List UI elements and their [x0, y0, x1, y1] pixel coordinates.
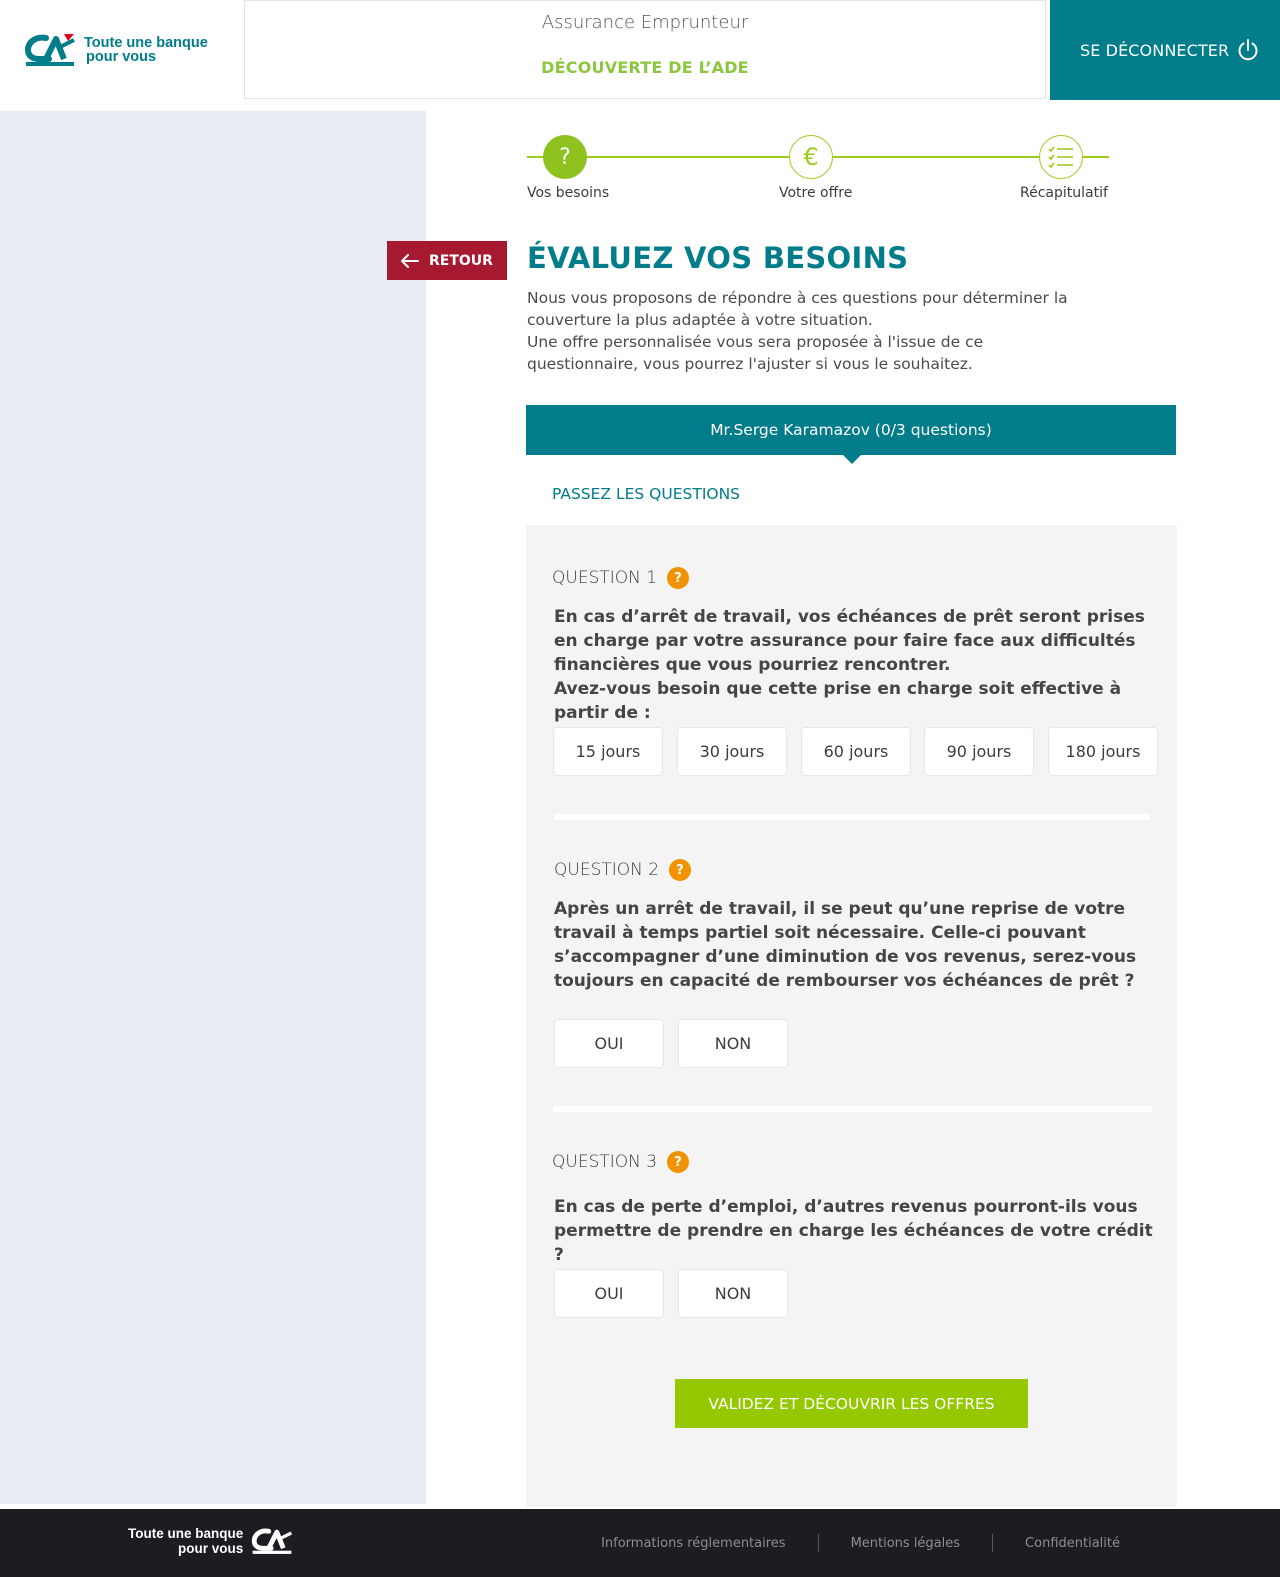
step-3-circle[interactable]	[1039, 135, 1083, 179]
app-title: Assurance Emprunteur	[541, 12, 749, 33]
header-center: Assurance Emprunteur DÉCOUVERTE DE L’ADE	[244, 0, 1046, 99]
ca-logo-icon	[24, 34, 75, 66]
back-button[interactable]: RETOUR	[387, 241, 507, 280]
footer-link-informations[interactable]: Informations réglementaires	[569, 1536, 817, 1551]
option-30-jours[interactable]: 30 jours	[677, 727, 787, 776]
divider	[553, 1106, 1152, 1112]
question-3-title: QUESTION 3	[552, 1152, 658, 1172]
option-15-jours[interactable]: 15 jours	[553, 727, 663, 776]
person-tab[interactable]: Mr.Serge Karamazov (0/3 questions)	[526, 405, 1176, 455]
intro-line-1: Nous vous proposons de répondre à ces qu…	[527, 289, 1068, 329]
person-tab-pointer	[842, 454, 862, 464]
step-2-circle[interactable]: €	[789, 135, 833, 179]
ca-logo-icon	[252, 1528, 293, 1554]
divider	[554, 814, 1150, 820]
checklist-icon	[1048, 146, 1073, 168]
footer-links: Informations réglementaires Mentions lég…	[569, 1509, 1152, 1577]
page-title: ÉVALUEZ VOS BESOINS	[527, 241, 909, 275]
question-2-header: QUESTION 2 ?	[554, 859, 692, 881]
help-icon[interactable]: ?	[667, 1151, 690, 1173]
question-1-header: QUESTION 1 ?	[552, 567, 690, 589]
footer-tagline: Toute une banque pour vous	[128, 1526, 243, 1556]
logout-label: SE DÉCONNECTER	[1080, 40, 1230, 60]
validate-button[interactable]: VALIDEZ ET DÉCOUVRIR LES OFFRES	[675, 1379, 1028, 1428]
footer-logo[interactable]: Toute une banque pour vous	[128, 1526, 293, 1556]
help-icon[interactable]: ?	[667, 567, 690, 589]
help-icon[interactable]: ?	[669, 859, 692, 881]
brand-tagline-line2: pour vous	[86, 49, 157, 65]
option-oui[interactable]: OUI	[554, 1269, 664, 1318]
sidebar	[0, 111, 426, 1504]
euro-icon: €	[803, 143, 819, 171]
arrow-left-icon	[401, 253, 420, 268]
option-180-jours[interactable]: 180 jours	[1048, 727, 1158, 776]
question-1-text-line-2: Avez-vous besoin que cette prise en char…	[554, 679, 1122, 723]
question-2-text: Après un arrêt de travail, il se peut qu…	[554, 899, 1137, 991]
brand-tagline: Toute une banque pour vous	[84, 35, 208, 65]
brand-tagline-line1: Toute une banque	[84, 35, 208, 51]
step-3-label: Récapitulatif	[1020, 185, 1108, 201]
step-1-circle[interactable]: ?	[543, 135, 587, 179]
footer-tagline-line1: Toute une banque	[128, 1526, 244, 1541]
footer-link-mentions[interactable]: Mentions légales	[819, 1536, 992, 1551]
back-button-label: RETOUR	[429, 252, 493, 269]
logout-button[interactable]: SE DÉCONNECTER	[1050, 0, 1280, 100]
skip-questions-link[interactable]: PASSEZ LES QUESTIONS	[552, 485, 740, 503]
step-2-label: Votre offre	[779, 185, 853, 201]
option-oui[interactable]: OUI	[554, 1019, 664, 1068]
footer: Toute une banque pour vous Informations …	[0, 1509, 1280, 1577]
question-3-header: QUESTION 3 ?	[552, 1151, 690, 1173]
option-60-jours[interactable]: 60 jours	[801, 727, 911, 776]
footer-tagline-line2: pour vous	[177, 1541, 244, 1556]
power-icon	[1238, 39, 1258, 61]
option-90-jours[interactable]: 90 jours	[924, 727, 1034, 776]
question-1-text-line-1: En cas d’arrêt de travail, vos échéances…	[554, 607, 1145, 675]
app-subtitle: DÉCOUVERTE DE L’ADE	[541, 58, 749, 77]
person-tab-label: Mr.Serge Karamazov (0/3 questions)	[710, 421, 992, 439]
intro-text: Nous vous proposons de répondre à ces qu…	[527, 287, 1097, 375]
question-3-text: En cas de perte d’emploi, d’autres reven…	[554, 1197, 1153, 1265]
question-1-title: QUESTION 1	[552, 568, 658, 588]
intro-line-2: Une offre personnalisée vous sera propos…	[527, 333, 984, 373]
step-1-label: Vos besoins	[527, 185, 610, 201]
progress-stepper: ? Vos besoins € Votre offre Récapitulati…	[527, 135, 1109, 210]
option-non[interactable]: NON	[678, 1269, 788, 1318]
question-2-title: QUESTION 2	[554, 860, 660, 880]
brand-logo[interactable]: Toute une banque pour vous	[24, 30, 208, 70]
footer-link-confidentialite[interactable]: Confidentialité	[993, 1536, 1152, 1551]
question-mark-icon: ?	[559, 144, 571, 170]
header: Toute une banque pour vous Assurance Emp…	[0, 0, 1280, 100]
question-1-text: En cas d’arrêt de travail, vos échéances…	[554, 605, 1159, 725]
option-non[interactable]: NON	[678, 1019, 788, 1068]
